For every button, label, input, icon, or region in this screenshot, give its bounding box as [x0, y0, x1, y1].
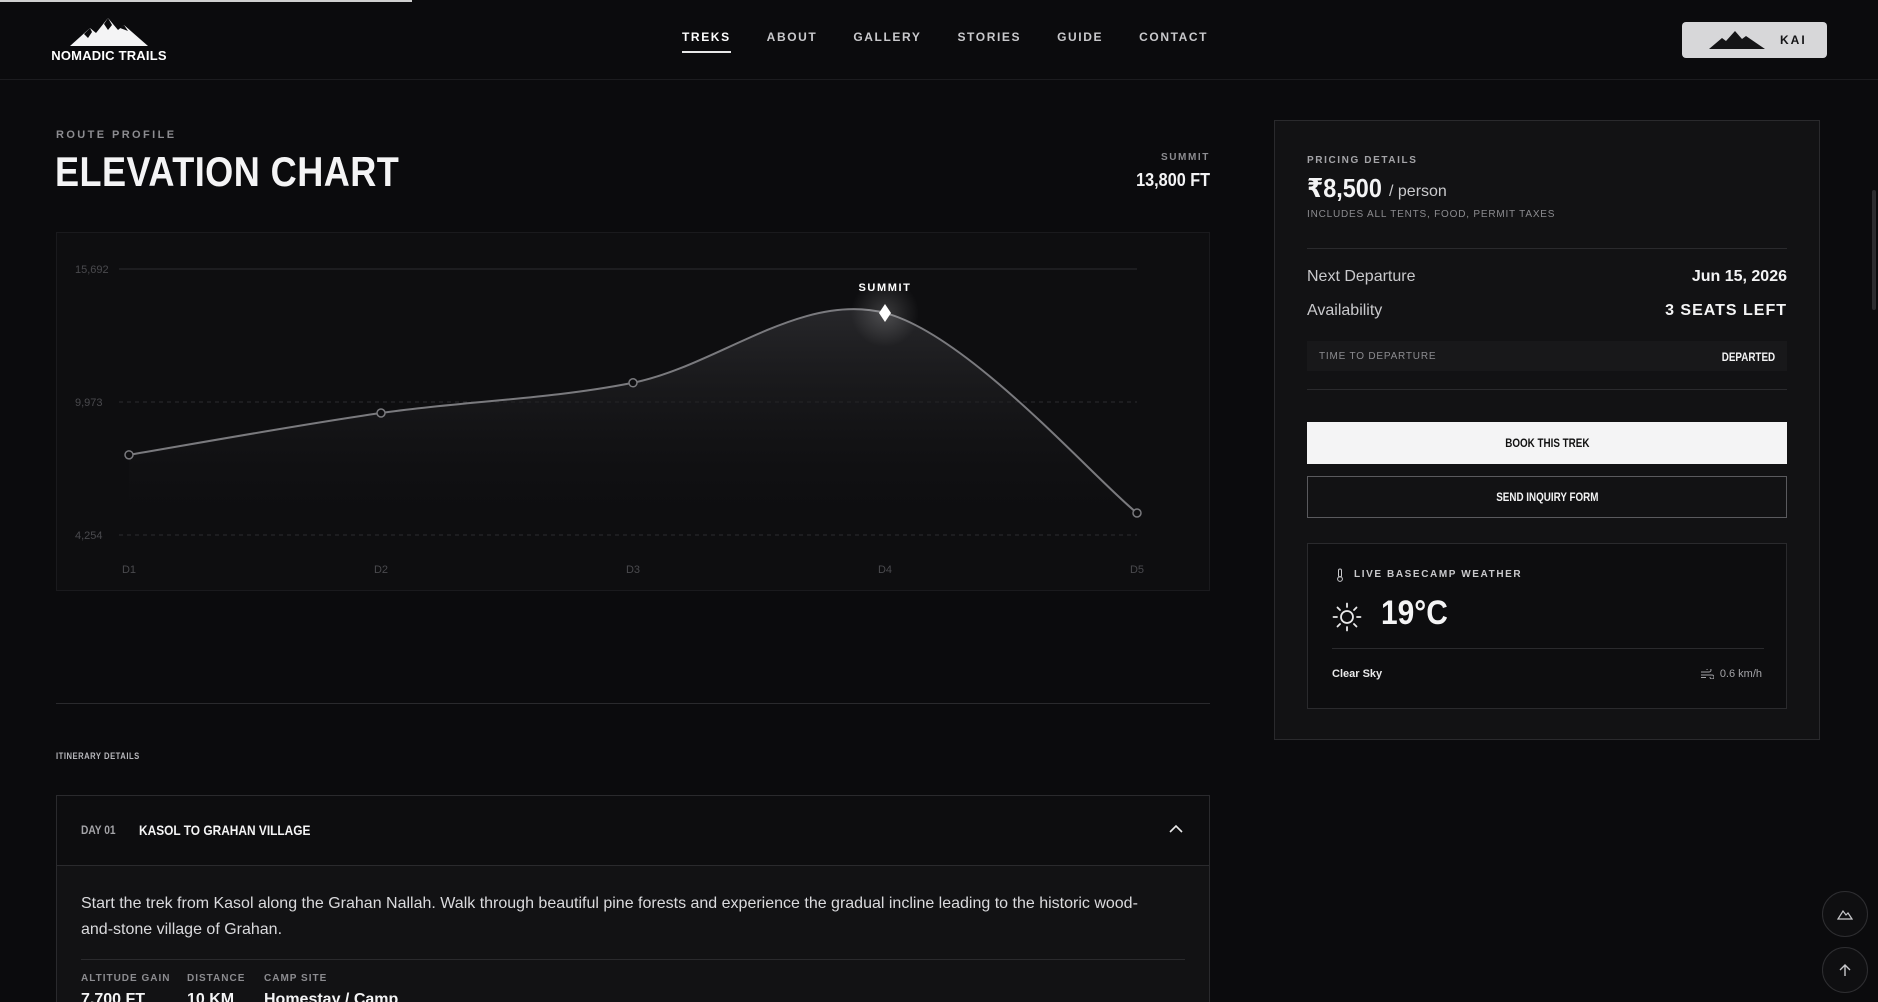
day-description: Start the trek from Kasol along the Grah…	[81, 895, 1138, 938]
price-value: ₹8,500	[1307, 173, 1382, 203]
itinerary-day-card: DAY 01 KASOL TO GRAHAN VILLAGE Start the…	[56, 795, 1210, 1002]
countdown-value: DEPARTED	[1721, 350, 1775, 364]
elevation-chart: 15,692 9,973 4,254 D1 D2 D3 D4 D5 SUMMIT	[56, 232, 1210, 591]
weather-wind: 0.6 km/h	[1700, 668, 1762, 680]
day-divider	[81, 959, 1185, 960]
summit-value: 13,800 FT	[1136, 170, 1210, 190]
nav-gallery[interactable]: GALLERY	[853, 30, 921, 53]
weather-widget: LIVE BASECAMP WEATHER 19°C Clear Sky 0.6…	[1307, 543, 1787, 709]
pricing-divider	[1307, 248, 1787, 249]
site-header: NOMADIC TRAILS TREKS ABOUT GALLERY STORI…	[0, 0, 1878, 80]
mountain-logo-icon	[70, 18, 148, 46]
price-unit: / person	[1389, 183, 1447, 200]
brand-logo[interactable]: NOMADIC TRAILS	[48, 16, 170, 64]
pricing-panel: PRICING DETAILS ₹8,500 / person INCLUDES…	[1274, 120, 1820, 740]
pricing-divider	[1307, 389, 1787, 390]
stat-value: 7,700 FT	[81, 991, 146, 1002]
elevation-point[interactable]	[376, 408, 386, 418]
sun-icon	[1332, 602, 1362, 632]
availability-label: Availability	[1307, 302, 1383, 319]
wind-speed: 0.6 km/h	[1719, 668, 1762, 680]
wind-icon	[1700, 669, 1714, 679]
elevation-point[interactable]	[124, 450, 134, 460]
elevation-point[interactable]	[1132, 508, 1142, 518]
y-tick-label: 15,692	[75, 264, 109, 276]
nav-about[interactable]: ABOUT	[767, 30, 818, 53]
send-inquiry-label: SEND INQUIRY FORM	[1495, 490, 1599, 504]
x-tick-label: D2	[374, 564, 388, 576]
stat-value: Homestay / Camp	[264, 991, 399, 1002]
x-tick-label: D4	[878, 564, 892, 576]
stat-distance: DISTANCE 10 KM	[187, 973, 245, 1002]
main-nav: TREKS ABOUT GALLERY STORIES GUIDE CONTAC…	[682, 30, 1244, 53]
nav-treks[interactable]: TREKS	[682, 30, 731, 53]
send-inquiry-button[interactable]: SEND INQUIRY FORM	[1307, 476, 1787, 518]
book-trek-label: BOOK THIS TREK	[1504, 436, 1590, 450]
elevation-area	[129, 309, 1137, 535]
summit-label: SUMMIT	[1160, 152, 1210, 163]
departure-label: Next Departure	[1307, 268, 1416, 285]
user-name: KAI	[1780, 33, 1807, 47]
summit-annotation: SUMMIT	[859, 282, 912, 294]
nav-guide[interactable]: GUIDE	[1057, 30, 1103, 53]
departure-countdown: TIME TO DEPARTURE DEPARTED	[1307, 341, 1787, 371]
stat-value: 10 KM	[187, 991, 235, 1002]
stat-camp: CAMP SITE Homestay / Camp	[264, 973, 398, 1002]
weather-condition: Clear Sky	[1332, 668, 1383, 680]
x-tick-label: D3	[626, 564, 640, 576]
pricing-label: PRICING DETAILS	[1307, 155, 1418, 166]
y-tick-label: 4,254	[75, 530, 103, 542]
elevation-chart-svg: 15,692 9,973 4,254 D1 D2 D3 D4 D5 SUMMIT	[75, 264, 1144, 576]
user-account-button[interactable]: KAI	[1682, 22, 1827, 58]
section-divider	[56, 703, 1210, 704]
stat-label: DISTANCE	[187, 973, 246, 984]
day-title: KASOL TO GRAHAN VILLAGE	[139, 822, 311, 838]
day-number: DAY 01	[81, 823, 116, 837]
map-view-button[interactable]	[1822, 891, 1868, 937]
thermometer-icon	[1337, 568, 1343, 582]
x-tick-label: D1	[122, 564, 136, 576]
itinerary-label: ITINERARY DETAILS	[56, 751, 140, 761]
stat-label: ALTITUDE GAIN	[81, 973, 171, 984]
book-trek-button[interactable]: BOOK THIS TREK	[1307, 422, 1787, 464]
weather-temperature: 19°C	[1381, 594, 1448, 632]
countdown-label: TIME TO DEPARTURE	[1319, 351, 1437, 362]
availability-value: 3 SEATS LEFT	[1665, 302, 1787, 319]
weather-label: LIVE BASECAMP WEATHER	[1354, 569, 1523, 580]
scroll-to-top-button[interactable]	[1822, 947, 1868, 993]
route-eyebrow: ROUTE PROFILE	[56, 129, 177, 141]
departure-value: Jun 15, 2026	[1691, 268, 1787, 285]
stat-label: CAMP SITE	[264, 973, 328, 984]
x-tick-label: D5	[1130, 564, 1144, 576]
arrow-up-icon	[1839, 964, 1851, 976]
weather-divider	[1332, 648, 1764, 649]
page-title: ELEVATION CHART	[55, 148, 400, 195]
elevation-point[interactable]	[628, 378, 638, 388]
chevron-up-icon[interactable]	[1169, 824, 1183, 834]
y-tick-label: 9,973	[75, 397, 103, 409]
price-includes: INCLUDES ALL TENTS, FOOD, PERMIT TAXES	[1307, 209, 1556, 220]
nav-stories[interactable]: STORIES	[957, 30, 1021, 53]
stat-altitude: ALTITUDE GAIN 7,700 FT	[81, 973, 170, 1002]
mountain-icon	[1837, 909, 1853, 920]
nav-contact[interactable]: CONTACT	[1139, 30, 1208, 53]
scrollbar-thumb[interactable]	[1872, 190, 1876, 310]
day-accordion-header[interactable]: DAY 01 KASOL TO GRAHAN VILLAGE	[57, 796, 1209, 866]
brand-name: NOMADIC TRAILS	[51, 48, 167, 63]
mountain-avatar-icon	[1709, 31, 1765, 49]
